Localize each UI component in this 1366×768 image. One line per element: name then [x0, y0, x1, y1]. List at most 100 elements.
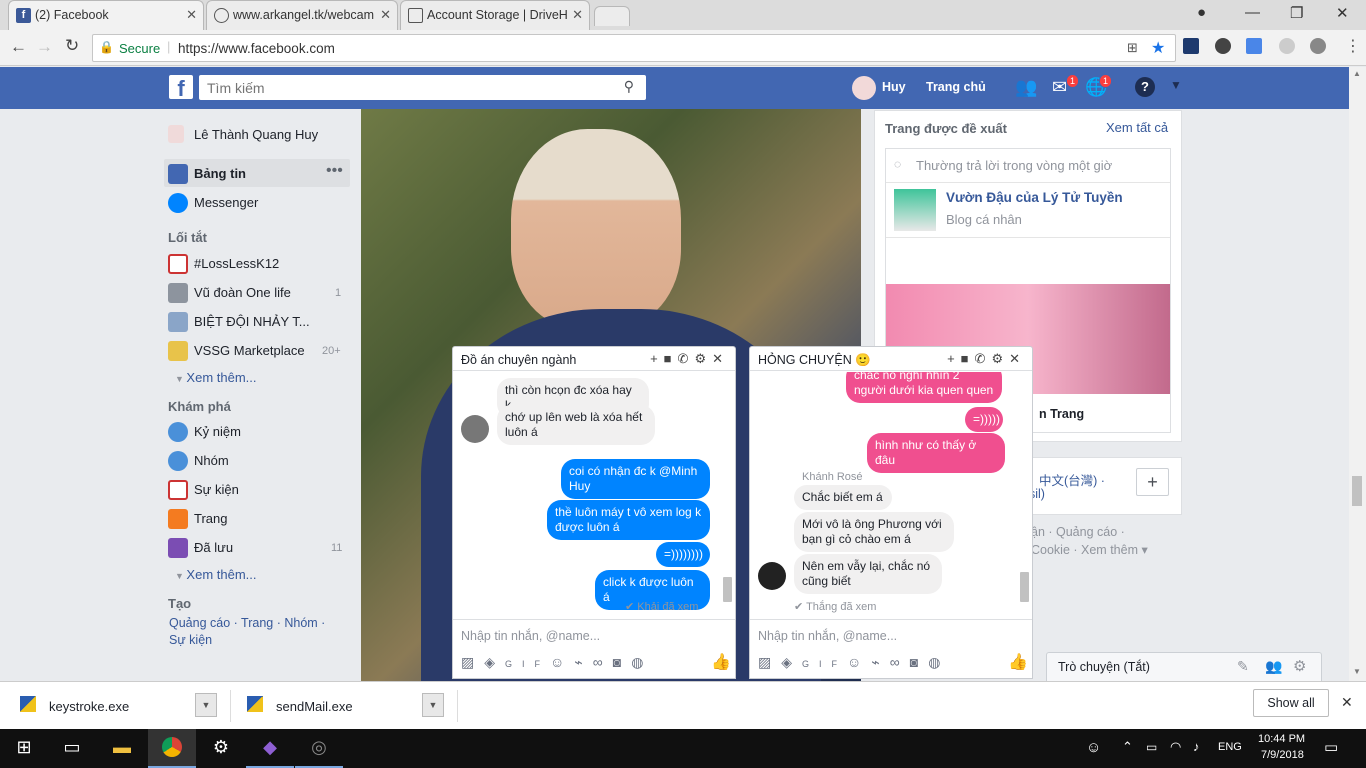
- download-menu-button[interactable]: ▼: [195, 693, 217, 717]
- extension-icon[interactable]: [1310, 38, 1326, 54]
- gear-icon[interactable]: ⚙: [694, 351, 712, 366]
- tab-drive[interactable]: Account Storage | DriveH ✕: [400, 0, 590, 30]
- sticker-icon[interactable]: ◈: [484, 654, 505, 670]
- emoji-icon[interactable]: ☺: [847, 654, 871, 670]
- phone-icon[interactable]: ✆: [678, 351, 695, 366]
- video-call-icon[interactable]: ■: [961, 351, 975, 366]
- new-group-icon[interactable]: 👥: [1265, 658, 1282, 675]
- profile-link[interactable]: Huy: [882, 80, 906, 94]
- page-thumbnail[interactable]: [894, 189, 936, 231]
- more-options-icon[interactable]: •••: [326, 162, 343, 180]
- footer-links-2[interactable]: Cookie · Xem thêm ▾: [1031, 542, 1148, 557]
- new-tab-button[interactable]: [594, 6, 630, 26]
- menu-dots-icon[interactable]: ⋮: [1345, 36, 1361, 56]
- extension-icon[interactable]: [1183, 38, 1199, 54]
- translate-icon[interactable]: ⊞: [1127, 40, 1138, 56]
- close-icon[interactable]: ✕: [1341, 694, 1353, 711]
- clock-time[interactable]: 10:44 PM: [1258, 733, 1305, 745]
- wifi-icon[interactable]: ◠: [1170, 739, 1181, 755]
- extension-icon[interactable]: [1279, 38, 1295, 54]
- friends-icon[interactable]: 👥: [1015, 77, 1037, 98]
- message-input[interactable]: Nhập tin nhắn, @name...: [758, 629, 897, 643]
- help-icon[interactable]: ?: [1135, 77, 1155, 97]
- show-all-button[interactable]: Show all: [1253, 689, 1329, 717]
- file-explorer-icon[interactable]: ▬: [98, 729, 146, 768]
- gif-icon[interactable]: GIF: [505, 659, 550, 669]
- volume-icon[interactable]: ♪: [1193, 739, 1200, 754]
- attachment-icon[interactable]: ⌁: [574, 654, 592, 670]
- app-icon[interactable]: ◎: [295, 729, 343, 768]
- scrollbar[interactable]: [723, 577, 732, 602]
- add-person-icon[interactable]: +: [947, 351, 961, 366]
- scroll-thumb[interactable]: [1352, 476, 1362, 506]
- page-name-link[interactable]: Vườn Đậu của Lý Tử Tuyền: [946, 190, 1123, 205]
- camera-icon[interactable]: ◙: [910, 654, 928, 670]
- bookmark-star-icon[interactable]: ★: [1151, 38, 1165, 58]
- audio-icon[interactable]: ◍: [631, 654, 653, 670]
- people-icon[interactable]: ☺: [1086, 739, 1101, 756]
- omnibox[interactable]: 🔒 Secure | https://www.facebook.com ⊞ ★: [92, 34, 1176, 62]
- see-more-explore[interactable]: ▼ Xem thêm...: [175, 567, 257, 582]
- download-item[interactable]: keystroke.exe ▼: [10, 688, 220, 724]
- extension-icon[interactable]: [1215, 38, 1231, 54]
- sticker-icon[interactable]: ◈: [781, 654, 802, 670]
- avatar[interactable]: [852, 76, 876, 100]
- input-language[interactable]: ENG: [1218, 741, 1242, 753]
- add-language-button[interactable]: +: [1136, 468, 1169, 496]
- account-menu-icon[interactable]: ▼: [1170, 78, 1182, 92]
- tab-facebook[interactable]: f (2) Facebook ✕: [8, 0, 204, 30]
- task-view-icon[interactable]: ▭: [48, 729, 96, 768]
- gif-icon[interactable]: GIF: [802, 659, 847, 669]
- facebook-logo-icon[interactable]: f: [169, 75, 193, 101]
- messenger-icon[interactable]: ✉: [1052, 77, 1067, 98]
- gear-icon[interactable]: ⚙: [991, 351, 1009, 366]
- battery-icon[interactable]: ▭: [1146, 740, 1157, 754]
- account-icon[interactable]: ●: [1197, 4, 1206, 21]
- close-window-icon[interactable]: ✕: [1336, 4, 1349, 22]
- create-links[interactable]: Quảng cáo · Trang · Nhóm ·: [169, 616, 325, 630]
- clock-date[interactable]: 7/9/2018: [1261, 749, 1304, 761]
- attachment-icon[interactable]: ⌁: [871, 654, 889, 670]
- see-more-shortcuts[interactable]: ▼ Xem thêm...: [175, 370, 257, 385]
- photo-icon[interactable]: ▨: [461, 654, 484, 670]
- phone-icon[interactable]: ✆: [975, 351, 992, 366]
- close-icon[interactable]: ✕: [1009, 351, 1026, 366]
- link-icon[interactable]: ∞: [593, 654, 613, 670]
- camera-icon[interactable]: ◙: [613, 654, 631, 670]
- scroll-up-icon[interactable]: ▲: [1353, 69, 1361, 78]
- close-tab-icon[interactable]: ✕: [186, 7, 197, 23]
- reload-icon[interactable]: ↻: [65, 36, 79, 56]
- compose-icon[interactable]: ✎: [1237, 658, 1249, 675]
- download-menu-button[interactable]: ▼: [422, 693, 444, 717]
- tab-arkangel[interactable]: www.arkangel.tk/webcam ✕: [206, 0, 398, 30]
- gear-icon[interactable]: ⚙: [1293, 657, 1306, 675]
- link-icon[interactable]: ∞: [890, 654, 910, 670]
- forward-icon[interactable]: →: [36, 37, 53, 57]
- tray-chevron-icon[interactable]: ⌃: [1122, 739, 1133, 755]
- close-tab-icon[interactable]: ✕: [572, 7, 583, 23]
- message-input[interactable]: Nhập tin nhắn, @name...: [461, 629, 600, 643]
- download-item[interactable]: sendMail.exe ▼: [237, 688, 447, 724]
- extension-icon[interactable]: [1246, 38, 1262, 54]
- like-icon[interactable]: 👍: [711, 652, 731, 672]
- settings-icon[interactable]: ⚙: [197, 729, 245, 768]
- page-scrollbar[interactable]: ▲ ▼: [1349, 67, 1366, 681]
- close-tab-icon[interactable]: ✕: [380, 7, 391, 23]
- chat-header[interactable]: HỎNG CHUYỆN 🙂 +■✆⚙✕: [750, 347, 1032, 371]
- search-input[interactable]: [199, 75, 599, 100]
- add-person-icon[interactable]: +: [650, 351, 664, 366]
- create-links-2[interactable]: Sự kiện: [169, 633, 212, 647]
- notification-center-icon[interactable]: ▭: [1324, 738, 1338, 756]
- language-chinese[interactable]: 中文(台灣) ·: [1039, 470, 1105, 489]
- windows-start-icon[interactable]: ⊞: [0, 729, 48, 768]
- scroll-down-icon[interactable]: ▼: [1353, 667, 1361, 676]
- maximize-icon[interactable]: ❐: [1290, 4, 1303, 22]
- back-icon[interactable]: ←: [10, 37, 27, 57]
- like-icon[interactable]: 👍: [1008, 652, 1028, 672]
- audio-icon[interactable]: ◍: [928, 654, 950, 670]
- chrome-icon[interactable]: [148, 729, 196, 768]
- video-call-icon[interactable]: ■: [664, 351, 678, 366]
- chat-header[interactable]: Đồ án chuyên ngành +■✆⚙✕: [453, 347, 735, 371]
- scrollbar[interactable]: [1020, 572, 1029, 602]
- visual-studio-icon[interactable]: ◆: [246, 729, 294, 768]
